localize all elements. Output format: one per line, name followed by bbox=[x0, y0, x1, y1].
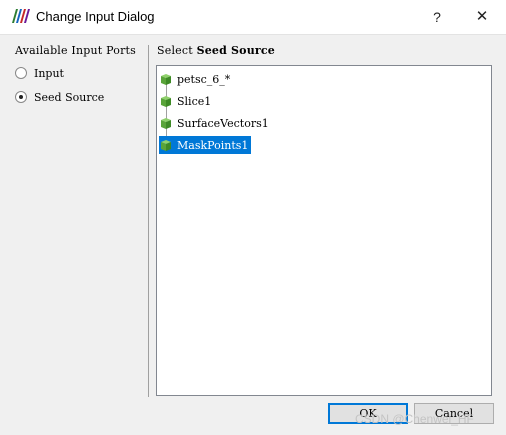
close-button[interactable]: ✕ bbox=[470, 6, 494, 28]
tree-item-maskpoints1[interactable]: MaskPoints1 bbox=[159, 136, 252, 154]
tree-item-label: SurfaceVectors1 bbox=[177, 116, 269, 130]
select-heading-prefix: Select bbox=[157, 44, 197, 57]
radio-input-label[interactable]: Input bbox=[34, 67, 64, 80]
window-title: Change Input Dialog bbox=[36, 9, 155, 24]
panel-splitter[interactable] bbox=[148, 45, 149, 397]
pipeline-tree[interactable]: petsc_6_* Slice1 SurfaceVectors1 MaskPoi… bbox=[156, 65, 492, 396]
radio-seed-source[interactable]: Seed Source bbox=[15, 89, 104, 105]
help-button[interactable]: ? bbox=[426, 6, 448, 28]
select-source-heading: Select Seed Source bbox=[157, 44, 275, 57]
dialog-body: Available Input Ports Input Seed Source … bbox=[0, 34, 506, 435]
paraview-logo-icon bbox=[12, 9, 30, 23]
tree-item-label: Slice1 bbox=[177, 94, 212, 108]
title-bar: Change Input Dialog ? ✕ bbox=[0, 0, 506, 34]
select-heading-port: Seed Source bbox=[196, 44, 275, 57]
cube-filter-icon bbox=[161, 96, 171, 107]
tree-item-slice1[interactable]: Slice1 bbox=[159, 92, 214, 110]
cube-source-icon bbox=[161, 74, 171, 85]
tree-item-label: petsc_6_* bbox=[177, 72, 231, 86]
tree-item-petsc[interactable]: petsc_6_* bbox=[159, 70, 233, 88]
cube-filter-icon bbox=[161, 140, 171, 151]
radio-input-indicator[interactable] bbox=[15, 67, 27, 79]
radio-input[interactable]: Input bbox=[15, 65, 64, 81]
tree-item-label: MaskPoints1 bbox=[177, 138, 249, 152]
cube-filter-icon bbox=[161, 118, 171, 129]
tree-item-surfacevectors1[interactable]: SurfaceVectors1 bbox=[159, 114, 272, 132]
radio-seed-source-indicator[interactable] bbox=[15, 91, 27, 103]
watermark-text: CSDN @Chenwei_HF bbox=[355, 412, 474, 426]
radio-seed-source-label[interactable]: Seed Source bbox=[34, 91, 104, 104]
input-ports-heading: Available Input Ports bbox=[15, 44, 137, 57]
